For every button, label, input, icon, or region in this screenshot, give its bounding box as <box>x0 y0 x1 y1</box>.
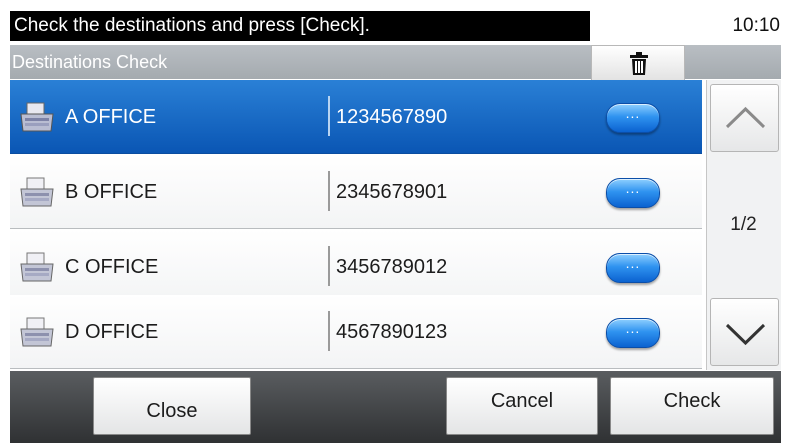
destination-number: 4567890123 <box>336 321 448 343</box>
column-divider <box>328 246 330 286</box>
destination-number: 2345678901 <box>336 181 448 203</box>
more-icon: ... <box>625 105 641 121</box>
fax-icon <box>20 102 54 132</box>
status-message: Check the destinations and press [Check]… <box>10 11 590 41</box>
column-divider <box>328 96 330 136</box>
more-icon: ... <box>625 180 641 196</box>
column-divider <box>328 311 330 351</box>
fax-icon <box>20 177 54 207</box>
destination-row-d[interactable]: D OFFICE 4567890123 ... <box>10 295 702 369</box>
detail-button[interactable]: ... <box>606 178 660 208</box>
page-title: Destinations Check <box>12 52 168 72</box>
cancel-button[interactable]: Cancel <box>446 377 598 435</box>
more-icon: ... <box>625 320 641 336</box>
destination-number: 3456789012 <box>336 256 448 278</box>
chevron-up-icon <box>725 106 766 129</box>
detail-button[interactable]: ... <box>606 318 660 348</box>
destination-row-a[interactable]: A OFFICE 1234567890 ... <box>10 80 702 154</box>
close-button[interactable]: Close <box>93 377 251 435</box>
scroll-down-button[interactable] <box>710 298 779 366</box>
fax-icon <box>20 317 54 347</box>
check-button-label: Check <box>663 390 721 412</box>
trash-icon <box>630 52 648 75</box>
destination-name: B OFFICE <box>65 181 158 203</box>
detail-button[interactable]: ... <box>606 253 660 283</box>
column-divider <box>328 171 330 211</box>
destination-name: A OFFICE <box>65 106 157 128</box>
delete-button[interactable] <box>591 45 685 81</box>
clock: 10:10 <box>732 15 780 36</box>
page-indicator: 1/2 <box>730 214 757 235</box>
chevron-down-icon <box>725 323 766 346</box>
destination-row-c[interactable]: C OFFICE 3456789012 ... <box>10 230 702 304</box>
cancel-button-label: Cancel <box>490 390 554 412</box>
destination-row-b[interactable]: B OFFICE 2345678901 ... <box>10 155 702 229</box>
fax-icon <box>20 252 54 282</box>
destination-name: D OFFICE <box>65 321 159 343</box>
detail-button[interactable]: ... <box>606 103 660 133</box>
scroll-up-button[interactable] <box>710 84 779 152</box>
more-icon: ... <box>625 255 641 271</box>
close-button-label: Close <box>146 400 198 422</box>
destination-number: 1234567890 <box>336 106 448 128</box>
destination-name: C OFFICE <box>65 256 159 278</box>
check-button[interactable]: Check <box>610 377 774 435</box>
